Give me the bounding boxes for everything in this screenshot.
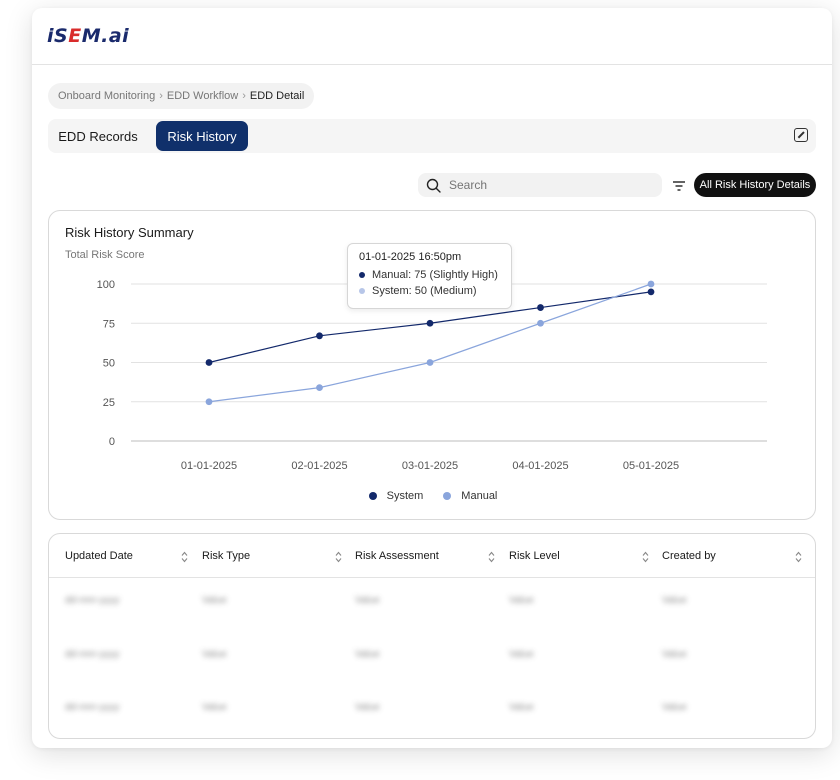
manual-data-point: [426, 359, 434, 366]
tooltip-row-system: System: 50 (Medium): [359, 285, 500, 297]
sort-icon[interactable]: [181, 550, 188, 563]
risk-history-summary-card: Risk History Summary Total Risk Score 02…: [48, 210, 816, 520]
cell-risk-level: Value: [509, 649, 534, 660]
table-row[interactable]: dd-mm-yyyy Value Value Value Value: [49, 686, 815, 738]
cell-risk-type: Value: [202, 649, 227, 660]
cell-risk-assessment: Value: [355, 649, 380, 660]
manual-data-point: [316, 384, 323, 392]
cell-risk-type: Value: [202, 702, 227, 713]
sort-icon[interactable]: [795, 550, 802, 563]
breadcrumb-separator: ›: [159, 90, 163, 102]
search-icon: [426, 178, 441, 193]
breadcrumb-item-onboard-monitoring[interactable]: Onboard Monitoring: [58, 90, 155, 102]
y-tick-label: 75: [103, 318, 115, 330]
tooltip-manual-text: Manual: 75 (Slightly High): [372, 269, 498, 281]
cell-risk-assessment: Value: [355, 702, 380, 713]
column-header-risk-level[interactable]: Risk Level: [509, 534, 560, 578]
tooltip-system-text: System: 50 (Medium): [372, 285, 477, 297]
breadcrumb: Onboard Monitoring › EDD Workflow › EDD …: [48, 83, 315, 109]
y-tick-label: 0: [109, 436, 115, 448]
risk-history-table: Updated Date Risk Type Risk Assessment R…: [48, 533, 816, 739]
breadcrumb-separator: ›: [242, 90, 246, 102]
x-tick-label: 04-01-2025: [512, 460, 568, 472]
breadcrumb-item-edd-detail: EDD Detail: [249, 90, 305, 102]
breadcrumb-item-edd-workflow[interactable]: EDD Workflow: [167, 90, 238, 102]
manual-data-point: [205, 398, 213, 406]
tab-risk-history[interactable]: Risk History: [156, 121, 248, 151]
tab-edd-records[interactable]: EDD Records: [52, 121, 144, 151]
app-logo[interactable]: iSEM.ai: [47, 25, 129, 47]
legend-item-system[interactable]: System: [368, 490, 424, 502]
x-tick-label: 02-01-2025: [291, 460, 347, 472]
x-tick-label: 01-01-2025: [181, 460, 237, 472]
legend-system-dot: [368, 492, 377, 500]
cell-risk-assessment: Value: [355, 595, 380, 606]
system-data-point: [205, 359, 213, 366]
x-tick-label: 03-01-2025: [402, 460, 458, 472]
app-window: iSEM.ai Onboard Monitoring › EDD Workflo…: [32, 8, 832, 748]
cell-risk-level: Value: [509, 595, 534, 606]
sort-icon[interactable]: [642, 550, 649, 563]
system-data-point: [316, 332, 323, 340]
cell-updated-date: dd-mm-yyyy: [65, 649, 120, 660]
tab-bar: EDD Records Risk History: [48, 119, 816, 153]
cell-risk-level: Value: [509, 702, 534, 713]
tooltip-manual-dot: [359, 272, 365, 278]
y-tick-label: 25: [103, 397, 115, 409]
chart-tooltip: 01-01-2025 16:50pm Manual: 75 (Slightly …: [347, 243, 512, 309]
cell-created-by: Value: [662, 595, 687, 606]
y-tick-label: 50: [103, 358, 115, 370]
system-data-point: [426, 319, 434, 327]
manual-data-point: [647, 280, 655, 288]
column-header-updated-date[interactable]: Updated Date: [65, 534, 133, 578]
all-risk-history-details-button[interactable]: All Risk History Details: [694, 173, 816, 197]
search-input[interactable]: [449, 178, 649, 192]
cell-updated-date: dd-mm-yyyy: [65, 595, 120, 606]
cell-updated-date: dd-mm-yyyy: [65, 702, 120, 713]
system-data-point: [647, 288, 655, 296]
search-bar[interactable]: [418, 173, 662, 197]
system-data-point: [537, 304, 544, 311]
manual-data-point: [537, 319, 544, 327]
cell-created-by: Value: [662, 649, 687, 660]
x-tick-label: 05-01-2025: [623, 460, 679, 472]
legend-manual-dot: [443, 492, 452, 500]
column-header-risk-type[interactable]: Risk Type: [202, 534, 250, 578]
tooltip-row-manual: Manual: 75 (Slightly High): [359, 269, 500, 281]
table-header: Updated Date Risk Type Risk Assessment R…: [49, 534, 815, 578]
top-bar: iSEM.ai: [32, 8, 832, 65]
y-tick-label: 100: [97, 279, 115, 291]
cell-created-by: Value: [662, 702, 687, 713]
legend-system-label: System: [386, 490, 424, 502]
filter-icon[interactable]: [672, 179, 686, 191]
column-header-created-by[interactable]: Created by: [662, 534, 716, 578]
sort-icon[interactable]: [335, 550, 342, 563]
column-header-risk-assessment[interactable]: Risk Assessment: [355, 534, 439, 578]
expand-icon[interactable]: [794, 128, 808, 142]
table-row[interactable]: dd-mm-yyyy Value Value Value Value: [49, 633, 815, 686]
legend-manual-label: Manual: [461, 490, 498, 502]
sort-icon[interactable]: [488, 550, 495, 563]
tooltip-system-dot: [359, 288, 365, 294]
cell-risk-type: Value: [202, 595, 227, 606]
legend-item-manual[interactable]: Manual: [443, 490, 497, 502]
chart-legend: System Manual: [49, 490, 817, 502]
tooltip-title: 01-01-2025 16:50pm: [359, 251, 462, 263]
table-row[interactable]: dd-mm-yyyy Value Value Value Value: [49, 579, 815, 632]
